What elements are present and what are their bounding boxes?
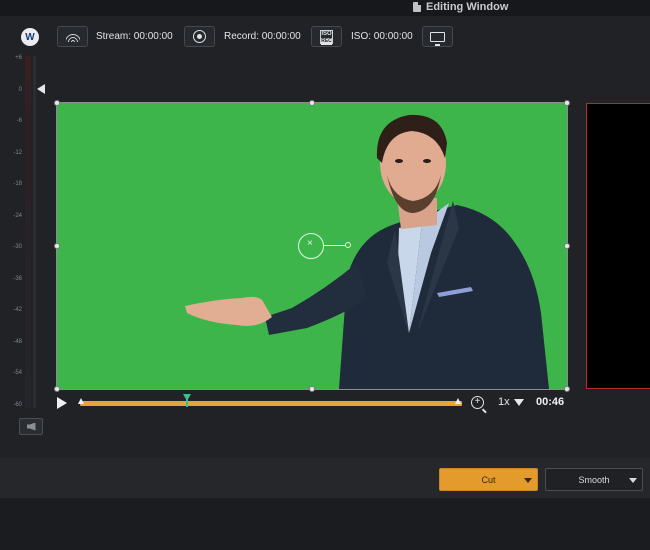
smooth-label: Smooth [578, 474, 610, 485]
meter-tick-label: -42 [13, 307, 22, 313]
meter-tick-label: -18 [13, 181, 22, 187]
iso-status: ISO: 00:00:00 [351, 31, 413, 42]
playhead-line [185, 399, 188, 407]
timeline-track[interactable] [80, 401, 462, 406]
window-title: Editing Window [413, 1, 508, 13]
secondary-preview[interactable] [586, 103, 650, 389]
app-logo[interactable]: W [21, 28, 39, 46]
zoom-in-icon[interactable]: + [471, 396, 484, 409]
record-icon [193, 30, 206, 43]
stream-time: 00:00:00 [133, 31, 173, 42]
iso-badge-bottom: REC [321, 37, 332, 45]
wifi-icon [65, 31, 80, 42]
resize-handle-top-right[interactable] [564, 100, 570, 106]
trim-end-handle[interactable] [455, 398, 461, 404]
speed-dropdown[interactable]: 1x [498, 396, 524, 408]
document-icon [413, 2, 421, 12]
stream-label: Stream: [96, 31, 132, 42]
playback-bar: + 1x 00:46 [0, 392, 650, 414]
title-bar: Editing Window [0, 0, 650, 16]
window-title-text: Editing Window [426, 1, 509, 13]
meter-bar-left [25, 56, 31, 408]
resize-handle-top-left[interactable] [54, 100, 60, 106]
chevron-down-icon [629, 478, 637, 483]
meter-tick-label: -48 [13, 338, 22, 345]
meter-tick-label: -36 [13, 275, 22, 282]
meter-tick-label: -6 [16, 118, 22, 124]
record-time: 00:00:00 [261, 31, 301, 42]
transition-panel: Cut Smooth [0, 458, 650, 498]
meter-tick-label: +6 [15, 55, 22, 61]
rotation-handle[interactable] [345, 242, 351, 248]
monitor-icon [430, 31, 445, 46]
resize-handle-left[interactable] [54, 243, 60, 249]
iso-time: 00:00:00 [373, 31, 413, 42]
iso-record-button[interactable]: ISO REC [311, 26, 342, 47]
chevron-down-icon [513, 398, 524, 406]
monitor-button[interactable] [422, 26, 453, 47]
toolbar: W Stream: 00:00:00 Record: 00:00:00 ISO … [0, 16, 650, 58]
logo-letter: W [25, 31, 35, 43]
resize-handle-top[interactable] [309, 100, 315, 106]
meter-tick-label: -30 [13, 244, 22, 250]
resize-handle-right[interactable] [564, 243, 570, 249]
meter-tick-label: -24 [13, 212, 22, 219]
stream-status: Stream: 00:00:00 [96, 31, 173, 42]
rotation-center-icon[interactable] [298, 233, 324, 259]
rotation-arm [324, 245, 346, 246]
editing-window: Editing Window W Stream: 00:00:00 Record… [0, 0, 650, 550]
record-label: Record: [224, 31, 260, 42]
mute-button[interactable] [19, 418, 43, 435]
meter-tick-label: -54 [13, 370, 22, 376]
iso-badge-top: ISO [321, 30, 332, 37]
meter-tick-label: 0 [18, 86, 22, 93]
audio-level-meter: +6 0 -6 -12 -18 -24 -30 -36 -42 -48 -54 -60 [0, 52, 44, 412]
record-button[interactable] [184, 26, 215, 47]
playback-time: 00:46 [536, 396, 565, 408]
chevron-down-icon [524, 478, 532, 483]
iso-label: ISO: [351, 31, 372, 42]
iso-record-icon: ISO REC [320, 29, 333, 45]
stream-button[interactable] [57, 26, 88, 47]
speaker-icon [26, 422, 36, 431]
meter-tick-label: -12 [13, 149, 22, 156]
cut-transition-dropdown[interactable]: Cut [439, 468, 538, 491]
record-status: Record: 00:00:00 [224, 31, 301, 42]
meter-bar-right [33, 56, 36, 408]
level-marker-icon[interactable] [37, 84, 45, 94]
smooth-transition-dropdown[interactable]: Smooth [545, 468, 643, 491]
footer-area [0, 498, 650, 550]
trim-start-handle[interactable] [78, 398, 84, 404]
play-icon[interactable] [57, 397, 67, 409]
cut-label: Cut [481, 474, 496, 485]
speed-value: 1x [498, 396, 510, 408]
